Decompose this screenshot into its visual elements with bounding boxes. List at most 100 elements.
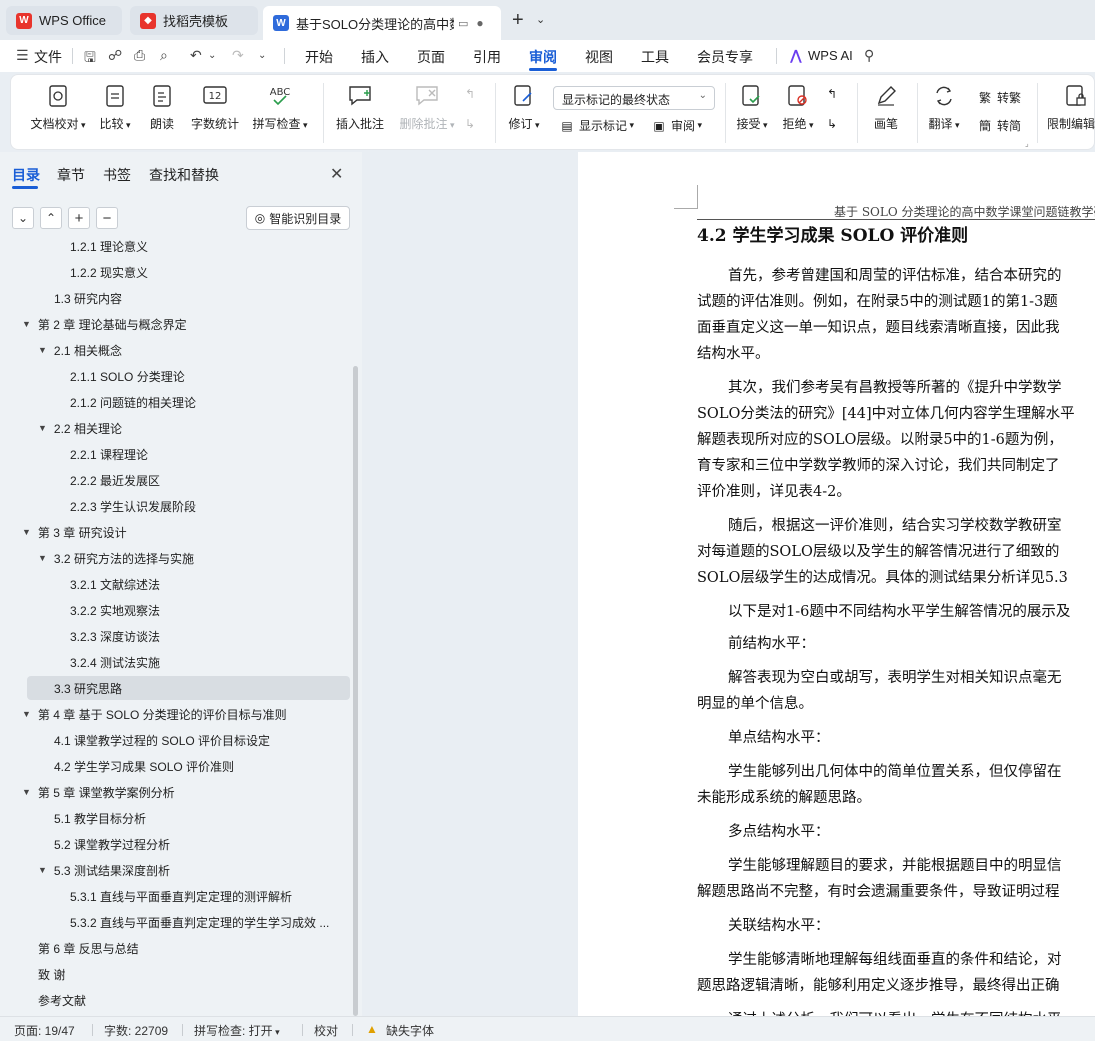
expand-caret-icon[interactable]: ▼ bbox=[38, 423, 47, 433]
tab-find-replace[interactable]: 查找和替换 bbox=[149, 165, 219, 185]
review-button[interactable]: ▣ 审阅 ▾ bbox=[651, 117, 702, 134]
to-traditional-button[interactable]: 繁 转繁 bbox=[977, 89, 1021, 106]
menu-file[interactable]: 文件 bbox=[34, 47, 62, 67]
toc-item[interactable]: 2.2.2 最近发展区 bbox=[70, 468, 160, 492]
word-count-status[interactable]: 字数: 22709 bbox=[104, 1022, 168, 1039]
next-change-icon[interactable]: ↳ bbox=[827, 117, 837, 131]
collapse-up-icon[interactable]: ⌃ bbox=[40, 207, 62, 229]
toc-item[interactable]: 1.2.2 现实意义 bbox=[70, 260, 148, 284]
new-tab-plus-icon[interactable]: + bbox=[512, 9, 524, 32]
menu-member[interactable]: 会员专享 bbox=[697, 47, 753, 67]
search-icon[interactable]: ⚲ bbox=[864, 47, 874, 64]
toc-item[interactable]: 2.2.3 学生认识发展阶段 bbox=[70, 494, 196, 518]
toc-item[interactable]: ▼ 第 3 章 研究设计 bbox=[22, 520, 127, 544]
expand-caret-icon[interactable]: ▼ bbox=[38, 553, 47, 563]
expand-group-icon[interactable]: ⌟ bbox=[1025, 139, 1029, 148]
page-indicator[interactable]: 页面: 19/47 bbox=[14, 1022, 75, 1039]
insert-comment-button[interactable]: 插入批注 bbox=[333, 83, 387, 132]
toc-item[interactable]: 5.2 课堂教学过程分析 bbox=[54, 832, 170, 856]
proofread-status[interactable]: 校对 bbox=[314, 1022, 338, 1039]
tab-sections[interactable]: 章节 bbox=[57, 165, 85, 185]
menu-insert[interactable]: 插入 bbox=[361, 47, 389, 67]
toc-item[interactable]: 3.2.2 实地观察法 bbox=[70, 598, 160, 622]
chevron-down-icon[interactable]: ⌄ bbox=[536, 13, 545, 26]
tab-bookmarks[interactable]: 书签 bbox=[103, 165, 131, 185]
to-simplified-button[interactable]: 簡 转简 bbox=[977, 117, 1021, 134]
pen-button[interactable]: 画笔 bbox=[871, 83, 901, 132]
toc-item[interactable]: 2.2.1 课程理论 bbox=[70, 442, 148, 466]
share-icon[interactable]: ☍ bbox=[108, 47, 122, 64]
toc-item[interactable]: 3.2.4 测试法实施 bbox=[70, 650, 160, 674]
toc-item[interactable]: 5.1 教学目标分析 bbox=[54, 806, 146, 830]
tab-document[interactable]: W 基于SOLO分类理论的高中数学 ▭ ● bbox=[263, 6, 501, 40]
menu-start[interactable]: 开始 bbox=[305, 47, 333, 67]
restrict-edit-button[interactable]: 限制编辑 bbox=[1047, 83, 1095, 132]
prev-change-icon[interactable]: ↰ bbox=[827, 87, 837, 101]
toc-item[interactable]: 致 谢 bbox=[38, 962, 65, 986]
remove-heading-icon[interactable]: − bbox=[96, 207, 118, 229]
print-preview-icon[interactable]: ⌕ bbox=[160, 47, 168, 64]
undo-icon[interactable]: ↶ bbox=[190, 47, 202, 64]
menu-page[interactable]: 页面 bbox=[417, 47, 445, 67]
expand-caret-icon[interactable]: ▼ bbox=[22, 709, 31, 719]
read-aloud-button[interactable]: 朗读 bbox=[147, 83, 177, 132]
toc-item[interactable]: ▼ 2.2 相关理论 bbox=[38, 416, 122, 440]
toc-item[interactable]: ▼ 第 4 章 基于 SOLO 分类理论的评价目标与准则 bbox=[22, 702, 287, 726]
add-heading-icon[interactable]: + bbox=[68, 207, 90, 229]
revise-button[interactable]: 修订 ▾ bbox=[505, 83, 543, 132]
display-mode-select[interactable]: 显示标记的最终状态 ⌄ bbox=[553, 86, 715, 110]
save-icon[interactable]: 🖫 bbox=[84, 47, 96, 71]
toc-item[interactable]: ▼ 第 5 章 课堂教学案例分析 bbox=[22, 780, 175, 804]
menu-review[interactable]: 审阅 bbox=[529, 47, 557, 67]
toc-item[interactable]: 第 6 章 反思与总结 bbox=[38, 936, 139, 960]
toc-item[interactable]: 5.3.1 直线与平面垂直判定定理的测评解析 bbox=[70, 884, 292, 908]
word-count-button[interactable]: 12 字数统计 bbox=[189, 83, 241, 132]
more-dropdown-icon[interactable]: ⌄ bbox=[258, 50, 266, 61]
toc-item[interactable]: 1.3 研究内容 bbox=[54, 286, 122, 310]
compare-button[interactable]: 比较 ▾ bbox=[97, 83, 133, 132]
toc-scrollbar[interactable] bbox=[353, 366, 358, 1016]
toc-item[interactable]: 5.3.2 直线与平面垂直判定定理的学生学习成效 ... bbox=[70, 910, 329, 934]
menu-wps-ai[interactable]: WPS AI bbox=[808, 48, 853, 63]
toc-item[interactable]: 3.2.3 深度访谈法 bbox=[70, 624, 160, 648]
expand-caret-icon[interactable]: ▼ bbox=[38, 345, 47, 355]
document-body[interactable]: 4.2 学生学习成果 SOLO 评价准则 首先，参考曾建国和周莹的评估标准，结合… bbox=[697, 221, 1095, 1016]
missing-font-status[interactable]: 缺失字体 bbox=[386, 1022, 434, 1039]
toc-item[interactable]: ▼ 5.3 测试结果深度剖析 bbox=[38, 858, 170, 882]
toc-item[interactable]: 3.3 研究思路 bbox=[27, 676, 350, 700]
toc-item[interactable]: ▼ 2.1 相关概念 bbox=[38, 338, 122, 362]
translate-button[interactable]: 翻译 ▾ bbox=[925, 83, 963, 132]
tab-wps-office[interactable]: W WPS Office bbox=[6, 6, 122, 35]
collapse-down-icon[interactable]: ⌄ bbox=[12, 207, 34, 229]
spell-check-status[interactable]: 拼写检查: 打开 ▾ bbox=[194, 1022, 280, 1039]
menu-view[interactable]: 视图 bbox=[585, 47, 613, 67]
print-icon[interactable]: ⎙ bbox=[134, 47, 145, 64]
expand-caret-icon[interactable]: ▼ bbox=[22, 319, 31, 329]
toc-item[interactable]: 参考文献 bbox=[38, 988, 86, 1012]
toc-item[interactable]: ▼ 3.2 研究方法的选择与实施 bbox=[38, 546, 194, 570]
toc-item[interactable]: 1.2.1 理论意义 bbox=[70, 238, 148, 258]
menu-reference[interactable]: 引用 bbox=[473, 47, 501, 67]
toc-item[interactable]: 3.2.1 文献综述法 bbox=[70, 572, 160, 596]
tab-template[interactable]: ◆ 找稻壳模板 bbox=[130, 6, 258, 35]
expand-caret-icon[interactable]: ▼ bbox=[38, 865, 47, 875]
smart-toc-button[interactable]: ◎ 智能识别目录 bbox=[246, 206, 350, 230]
spell-check-button[interactable]: ABC 拼写检查 ▾ bbox=[249, 83, 311, 132]
menu-tools[interactable]: 工具 bbox=[641, 47, 669, 67]
toc-item[interactable]: 4.2 学生学习成果 SOLO 评价准则 bbox=[54, 754, 234, 778]
tab-toc[interactable]: 目录 bbox=[12, 165, 40, 185]
accept-button[interactable]: 接受 ▾ bbox=[733, 83, 771, 132]
expand-caret-icon[interactable]: ▼ bbox=[22, 787, 31, 797]
expand-caret-icon[interactable]: ▼ bbox=[22, 527, 31, 537]
menu-hamburger-icon[interactable]: ☰ bbox=[16, 47, 29, 64]
toc-item[interactable]: ▼ 第 2 章 理论基础与概念界定 bbox=[22, 312, 187, 336]
show-markup-button[interactable]: ▤ 显示标记 ▾ bbox=[559, 117, 634, 134]
toc-item[interactable]: 2.1.1 SOLO 分类理论 bbox=[70, 364, 185, 388]
toc-item[interactable]: 2.1.2 问题链的相关理论 bbox=[70, 390, 196, 414]
doc-check-button[interactable]: 文档校对 ▾ bbox=[27, 83, 89, 132]
toc-item[interactable]: 4.1 课堂教学过程的 SOLO 评价目标设定 bbox=[54, 728, 270, 752]
close-icon[interactable]: ✕ bbox=[330, 164, 343, 184]
reject-button[interactable]: 拒绝 ▾ bbox=[779, 83, 817, 132]
undo-dropdown-icon[interactable]: ⌄ bbox=[208, 50, 216, 61]
tab-dot-icon[interactable]: ● bbox=[476, 16, 483, 30]
